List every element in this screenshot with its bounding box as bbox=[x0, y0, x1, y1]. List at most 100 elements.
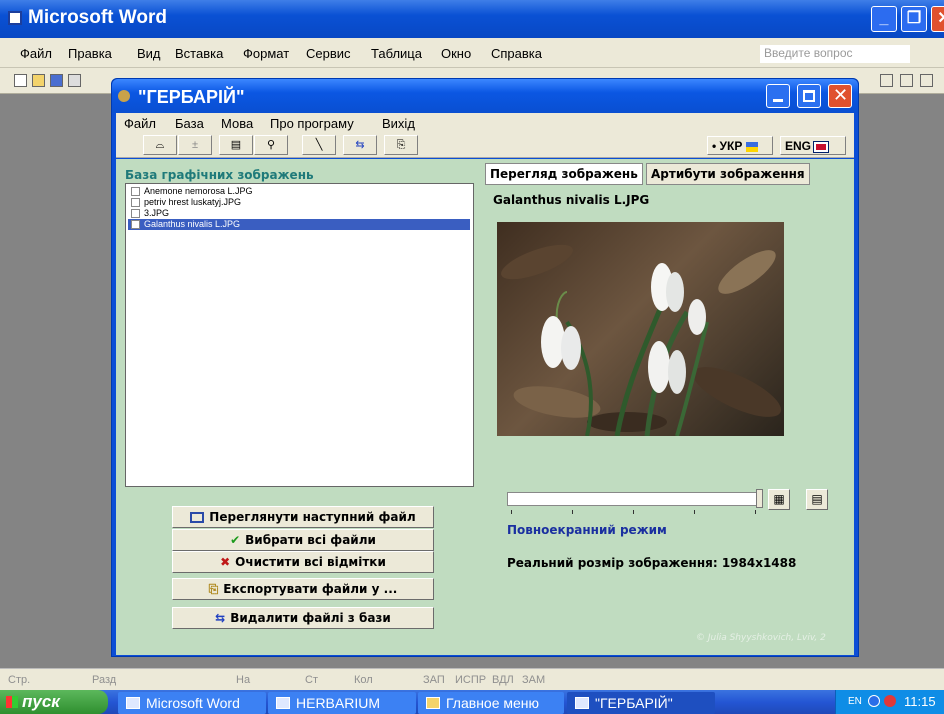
tab-image-attributes[interactable]: Артибути зображення bbox=[646, 163, 810, 185]
restore-icon[interactable]: ❐ bbox=[901, 6, 927, 32]
app-menu-bar: Файл База Мова Про програму Вихід bbox=[116, 113, 854, 133]
open-icon[interactable]: ⌓ bbox=[143, 135, 177, 155]
lang-ukr-button[interactable]: • УКР bbox=[707, 136, 773, 155]
close-icon[interactable]: ✕ bbox=[931, 6, 944, 32]
task-herbarium-app[interactable]: "ГЕРБАРІЙ" bbox=[567, 692, 715, 714]
status-ext: ВДЛ bbox=[492, 674, 514, 686]
status-section: Разд bbox=[92, 674, 117, 686]
select-all-label: Вибрати всі файли bbox=[245, 533, 376, 547]
menu-help[interactable]: Справка bbox=[491, 46, 542, 61]
align-center-icon[interactable] bbox=[900, 74, 913, 87]
checkmark-icon: ✔ bbox=[230, 533, 241, 547]
menu-format[interactable]: Формат bbox=[243, 46, 289, 61]
export-files-button[interactable]: ⎘ Експортувати файли у ... bbox=[172, 578, 434, 600]
windows-logo-icon bbox=[6, 696, 18, 708]
lang-eng-button[interactable]: ENG bbox=[780, 136, 846, 155]
herbarium-window: "ГЕРБАРІЙ" ✕ Файл База Мова Про програму… bbox=[111, 78, 859, 657]
clear-all-button[interactable]: ✖ Очистити всі відмітки bbox=[172, 551, 434, 573]
menu-file[interactable]: Файл bbox=[20, 46, 52, 61]
file-checkbox[interactable] bbox=[131, 187, 140, 196]
app-menu-database[interactable]: База bbox=[175, 116, 204, 131]
status-at: На bbox=[236, 674, 251, 686]
task-herbarium[interactable]: HERBARIUM bbox=[268, 692, 416, 714]
lang-eng-label: ENG bbox=[785, 139, 812, 153]
app-menu-file[interactable]: Файл bbox=[124, 116, 156, 131]
find-icon[interactable]: ⚲ bbox=[254, 135, 288, 155]
list-item[interactable]: 3.JPG bbox=[128, 208, 470, 219]
status-page: Стр. bbox=[8, 674, 31, 686]
app-toolbar: ⌓ ± ▤ ⚲ ╲ ⇆ ⎘ • УКР ENG bbox=[116, 133, 854, 158]
fullscreen-link[interactable]: Повноекранний режим bbox=[507, 523, 667, 537]
start-button[interactable]: пуск bbox=[0, 690, 108, 714]
list-item[interactable]: petriv hrest luskatyj.JPG bbox=[128, 197, 470, 208]
cross-icon: ✖ bbox=[220, 555, 231, 569]
delete-arrows-icon: ⇆ bbox=[215, 611, 226, 625]
task-word[interactable]: Microsoft Word bbox=[118, 692, 266, 714]
file-name: Anemone nemorosa L.JPG bbox=[144, 186, 253, 196]
file-list[interactable]: Anemone nemorosa L.JPG petriv hrest lusk… bbox=[125, 183, 474, 487]
ask-question-input[interactable]: Введите вопрос bbox=[760, 45, 910, 63]
delete-from-base-icon[interactable]: ⇆ bbox=[343, 135, 377, 155]
permission-icon[interactable] bbox=[68, 74, 81, 87]
system-tray: EN 11:15 bbox=[835, 690, 944, 714]
save-icon[interactable] bbox=[50, 74, 63, 87]
align-right-icon[interactable] bbox=[920, 74, 933, 87]
export-icon[interactable]: ⎘ bbox=[384, 135, 418, 155]
app-maximize-icon[interactable] bbox=[797, 84, 821, 108]
zoom-slider-thumb[interactable] bbox=[756, 489, 763, 508]
app-menu-about[interactable]: Про програму bbox=[270, 116, 354, 131]
taskbar: пуск Microsoft Word HERBARIUM Главное ме… bbox=[0, 690, 944, 714]
volume-icon[interactable] bbox=[868, 695, 880, 707]
app-close-icon[interactable]: ✕ bbox=[828, 84, 852, 108]
list-item[interactable]: Galanthus nivalis L.JPG bbox=[128, 219, 470, 230]
list-item[interactable]: Anemone nemorosa L.JPG bbox=[128, 186, 470, 197]
minimize-icon[interactable]: _ bbox=[871, 6, 897, 32]
file-checkbox[interactable] bbox=[131, 209, 140, 218]
database-title: База графічних зображень bbox=[125, 168, 314, 182]
app-menu-exit[interactable]: Вихід bbox=[382, 116, 415, 131]
zoom-slider-track[interactable] bbox=[507, 492, 759, 506]
task-label: Главное меню bbox=[446, 695, 540, 711]
slider-tick bbox=[572, 510, 573, 514]
word-app-icon bbox=[8, 11, 22, 25]
app-body: База графічних зображень Anemone nemoros… bbox=[116, 159, 854, 655]
align-left-icon[interactable] bbox=[880, 74, 893, 87]
word-status-bar: Стр. Разд На Ст Кол ЗАП ИСПР ВДЛ ЗАМ bbox=[0, 668, 944, 690]
task-label: HERBARIUM bbox=[296, 695, 381, 711]
edit-pen-icon[interactable]: ╲ bbox=[302, 135, 336, 155]
real-size-text: Реальний розмір зображення: 1984x1488 bbox=[507, 556, 797, 570]
export-doc-icon: ⎘ bbox=[208, 582, 219, 596]
folder-icon bbox=[426, 697, 440, 709]
menu-edit[interactable]: Правка bbox=[68, 46, 112, 61]
status-rec: ЗАП bbox=[423, 674, 445, 686]
open-folder-icon[interactable] bbox=[32, 74, 45, 87]
table-view-icon[interactable]: ▤ bbox=[806, 489, 828, 510]
menu-insert[interactable]: Вставка bbox=[175, 46, 223, 61]
menu-window[interactable]: Окно bbox=[441, 46, 471, 61]
ukraine-flag-icon bbox=[745, 141, 758, 152]
file-checkbox[interactable] bbox=[131, 220, 140, 229]
slider-tick bbox=[511, 510, 512, 514]
app-minimize-icon[interactable] bbox=[766, 84, 790, 108]
menu-tools[interactable]: Сервис bbox=[306, 46, 351, 61]
file-name: petriv hrest luskatyj.JPG bbox=[144, 197, 242, 207]
security-icon[interactable] bbox=[884, 695, 896, 707]
new-document-icon[interactable] bbox=[14, 74, 27, 87]
task-main-menu[interactable]: Главное меню bbox=[418, 692, 564, 714]
app-menu-language[interactable]: Мова bbox=[221, 116, 253, 131]
menu-table[interactable]: Таблица bbox=[371, 46, 422, 61]
tray-language[interactable]: EN bbox=[848, 696, 862, 707]
book-icon[interactable]: ▤ bbox=[219, 135, 253, 155]
copyright-text: © Julia Shyyshkovich, Lviv, 2 bbox=[696, 633, 826, 643]
select-all-button[interactable]: ✔ Вибрати всі файли bbox=[172, 529, 434, 551]
file-checkbox[interactable] bbox=[131, 198, 140, 207]
tab-image-view[interactable]: Перегляд зображень bbox=[485, 163, 643, 185]
herbarium-app-icon bbox=[118, 90, 130, 102]
delete-files-button[interactable]: ⇆ Видалити файлі з бази bbox=[172, 607, 434, 629]
status-trk: ИСПР bbox=[455, 674, 487, 686]
next-file-button[interactable]: Переглянути наступний файл bbox=[172, 506, 434, 528]
menu-view[interactable]: Вид bbox=[137, 46, 161, 61]
fit-grid-icon[interactable]: ▦ bbox=[768, 489, 790, 510]
add-files-icon[interactable]: ± bbox=[178, 135, 212, 155]
status-line: Ст bbox=[305, 674, 318, 686]
